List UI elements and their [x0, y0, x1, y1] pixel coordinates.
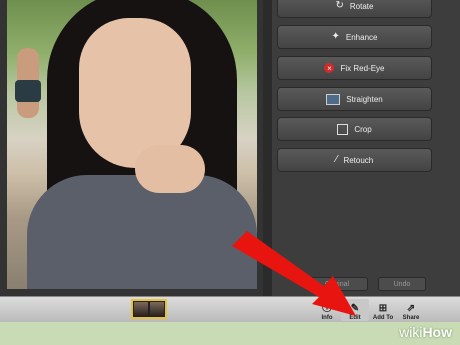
revert-to-original-label: Original — [324, 280, 350, 288]
add-to-button[interactable]: ⊞ Add To — [369, 299, 397, 321]
share-button[interactable]: ⇗ Share — [397, 299, 425, 321]
straighten-button[interactable]: . Straighten — [277, 87, 432, 111]
photo-subject-body — [27, 175, 257, 289]
enhance-button[interactable]: ✦ Enhance — [277, 25, 432, 49]
pencil-icon: ✎ — [350, 303, 360, 314]
crop-icon — [337, 123, 349, 135]
red-eye-icon: × — [324, 63, 335, 73]
watermark-how: How — [422, 324, 452, 340]
edit-label: Edit — [349, 315, 361, 321]
wikihow-watermark: wikiHow — [399, 324, 452, 340]
photo-background-shorts — [15, 80, 41, 102]
enhance-label: Enhance — [345, 32, 378, 42]
retouch-label: Retouch — [343, 155, 374, 165]
brush-icon: ⁄ — [335, 154, 338, 165]
fix-red-eye-label: Fix Red-Eye — [340, 63, 385, 73]
watermark-wiki: wiki — [399, 324, 423, 340]
selected-photo[interactable] — [7, 0, 257, 289]
magic-wand-icon: ✦ — [331, 31, 340, 42]
photo-thumbnail[interactable] — [131, 299, 167, 319]
photo-subject-hand — [135, 145, 205, 193]
share-icon: ⇗ — [406, 303, 416, 314]
plus-box-icon: ⊞ — [378, 303, 388, 314]
info-icon: ⓘ — [322, 303, 332, 314]
share-label: Share — [402, 315, 420, 321]
crop-label: Crop — [354, 124, 372, 134]
edit-button[interactable]: ✎ Edit — [341, 299, 369, 321]
revert-to-original-button[interactable]: Original — [306, 277, 368, 291]
undo-button[interactable]: Undo — [378, 277, 426, 291]
rotate-label: Rotate — [349, 1, 374, 11]
edit-tools-panel: ↻ Rotate ✦ Enhance × Fix Red-Eye . Strai… — [272, 0, 460, 296]
undo-label: Undo — [393, 280, 411, 288]
bottom-toolbar: ⓘ Info ✎ Edit ⊞ Add To ⇗ Share — [0, 296, 460, 322]
retouch-button[interactable]: ⁄ Retouch — [277, 148, 432, 172]
add-to-label: Add To — [372, 315, 394, 321]
thumbnail-image-1 — [134, 302, 148, 316]
straighten-icon: . — [326, 93, 341, 105]
info-button[interactable]: ⓘ Info — [313, 299, 341, 321]
crop-button[interactable]: Crop — [277, 117, 432, 141]
rotate-icon: ↻ — [335, 0, 344, 11]
pane-divider — [263, 0, 272, 296]
iphoto-window: ↻ Rotate ✦ Enhance × Fix Red-Eye . Strai… — [0, 0, 460, 322]
straighten-label: Straighten — [346, 94, 383, 104]
info-label: Info — [321, 315, 333, 321]
fix-red-eye-button[interactable]: × Fix Red-Eye — [277, 56, 432, 80]
thumbnail-image-2 — [150, 302, 164, 316]
photo-viewer — [0, 0, 263, 296]
rotate-button[interactable]: ↻ Rotate — [277, 0, 432, 18]
